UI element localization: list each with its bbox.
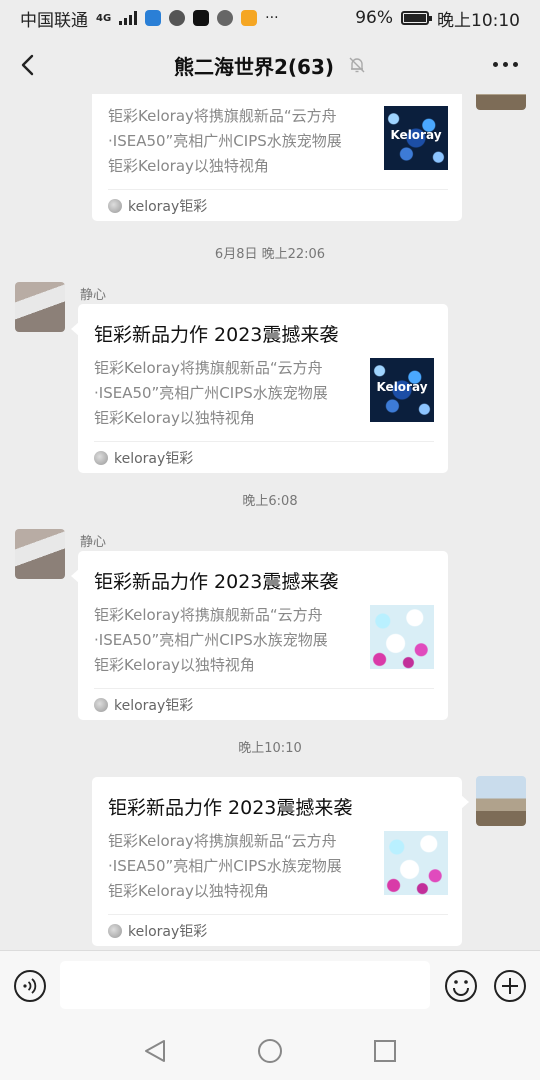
nav-back-icon[interactable] [142,1038,168,1064]
nav-home-icon[interactable] [257,1038,283,1064]
source-avatar-icon [94,450,108,465]
source-avatar-icon [108,198,122,213]
tiktok-app-icon [193,10,210,26]
timestamp: 晚上10:10 [238,741,302,756]
timestamp: 晚上6:08 [242,494,298,509]
card-source: keloray钜彩 [94,441,434,473]
input-bar [0,950,540,1022]
self-avatar[interactable] [476,776,526,826]
timestamp: 6月8日 晚上22:06 [214,247,326,262]
bell-off-icon [349,57,365,73]
sender-avatar[interactable] [15,282,65,332]
chat-area[interactable]: x 钜彩Keloray将携旗舰新品“云方舟 ·ISEA50”亮相广州CIPS水族… [0,94,540,950]
card-description: 钜彩Keloray将携旗舰新品“云方舟 ·ISEA50”亮相广州CIPS水族宠物… [94,359,328,427]
card-title: 钜彩新品力作 2023震撼来袭 [94,324,339,346]
link-card[interactable]: 钜彩新品力作 2023震撼来袭 钜彩Keloray将携旗舰新品“云方舟 ·ISE… [92,777,469,946]
self-avatar[interactable] [476,94,526,110]
card-description: 钜彩Keloray将携旗舰新品“云方舟 ·ISEA50”亮相广州CIPS水族宠物… [108,832,342,900]
card-source: keloray钜彩 [108,914,448,946]
clock-label: 晚上10:10 [437,10,520,31]
battery-icon [401,11,432,25]
card-title: 钜彩新品力作 2023震撼来袭 [94,571,339,593]
back-arrow-icon[interactable] [14,50,44,80]
orange-app-icon [241,10,258,26]
carrier-label: 中国联通 [20,10,88,31]
card-description: 钜彩Keloray将携旗舰新品“云方舟 ·ISEA50”亮相广州CIPS水族宠物… [94,606,328,674]
card-thumbnail: Keloray [370,358,434,422]
chat-header: 熊二海世界2(63) [0,36,540,94]
plus-icon[interactable] [493,969,527,1003]
network-label: 4G [96,12,112,24]
source-avatar-icon [108,923,122,938]
message-input[interactable] [60,961,430,1009]
status-bar: 中国联通 4G ··· 96% 晚上10:10 [0,0,540,36]
link-card[interactable]: 钜彩新品力作 2023震撼来袭 钜彩Keloray将携旗舰新品“云方舟 ·ISE… [71,551,448,720]
more-dots-icon[interactable] [493,62,518,67]
signal-icon [119,11,138,25]
nav-recents-icon[interactable] [372,1038,398,1064]
security-app-icon [169,10,186,26]
sender-name: 静心 [80,535,107,550]
sender-avatar[interactable] [15,529,65,579]
card-thumbnail: Keloray [384,106,448,170]
voice-icon[interactable] [13,969,47,1003]
sender-name: 静心 [80,288,107,303]
card-title: 钜彩新品力作 2023震撼来袭 [108,797,353,819]
card-thumbnail [384,831,448,895]
more-notifications-icon: ··· [265,10,279,26]
browser-app-icon [217,10,234,26]
emoji-icon[interactable] [444,969,478,1003]
system-nav-bar [0,1022,540,1080]
card-thumbnail [370,605,434,669]
battery-label: 96% [355,8,393,28]
card-source: keloray钜彩 [108,189,448,221]
card-description: 钜彩Keloray将携旗舰新品“云方舟 ·ISEA50”亮相广州CIPS水族宠物… [108,107,342,175]
link-card[interactable]: x 钜彩Keloray将携旗舰新品“云方舟 ·ISEA50”亮相广州CIPS水族… [92,94,462,221]
card-source: keloray钜彩 [94,688,434,720]
shield-app-icon [145,10,162,26]
source-avatar-icon [94,697,108,712]
chat-title: 熊二海世界2(63) [173,54,335,79]
link-card[interactable]: 钜彩新品力作 2023震撼来袭 钜彩Keloray将携旗舰新品“云方舟 ·ISE… [71,304,448,473]
